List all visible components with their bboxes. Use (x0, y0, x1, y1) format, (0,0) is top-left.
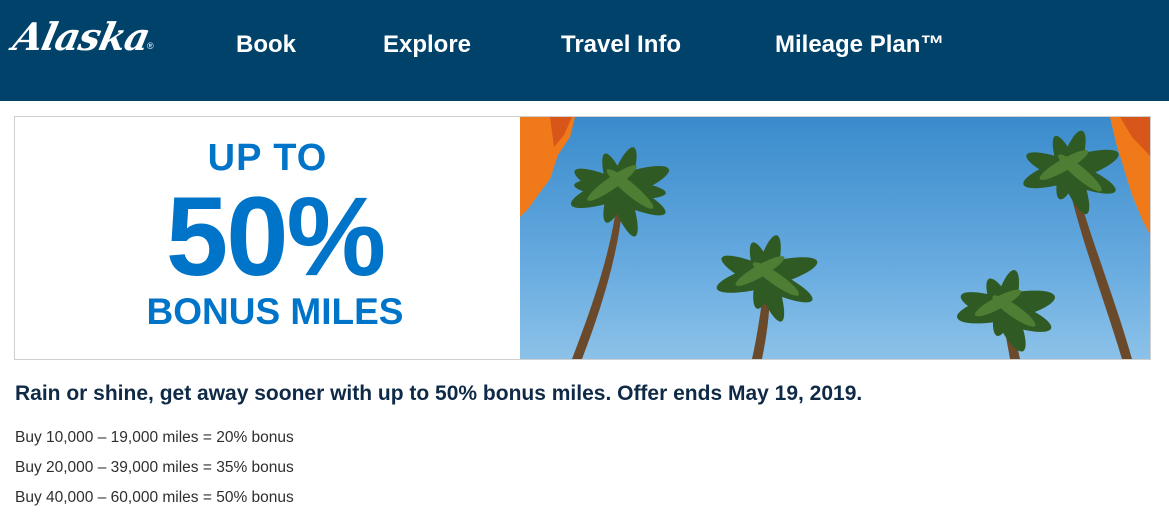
top-navigation-bar: Alaska ® Book Explore Travel Info Mileag… (0, 0, 1169, 101)
palm-trees-photo (520, 117, 1150, 359)
alaska-logo[interactable]: Alaska (9, 14, 153, 59)
nav-item-travel-info[interactable]: Travel Info (561, 31, 681, 59)
palm-trees-illustration (520, 117, 1150, 359)
nav-item-explore[interactable]: Explore (383, 31, 471, 59)
promo-bonus-miles: BONUS MILES (146, 291, 404, 332)
bonus-tier-3: Buy 40,000 – 60,000 miles = 50% bonus (15, 489, 294, 506)
promo-banner[interactable]: UP TO 50% BONUS MILES (14, 116, 1151, 360)
registered-mark: ® (147, 41, 154, 51)
offer-headline: Rain or shine, get away sooner with up t… (15, 382, 863, 405)
bonus-tier-2: Buy 20,000 – 39,000 miles = 35% bonus (15, 459, 294, 476)
nav-item-book[interactable]: Book (236, 31, 296, 59)
nav-item-mileage-plan[interactable]: Mileage Plan™ (775, 31, 944, 59)
promo-text-panel: UP TO 50% BONUS MILES (15, 117, 520, 359)
bonus-tier-1: Buy 10,000 – 19,000 miles = 20% bonus (15, 429, 294, 446)
promo-percentage: 50% (165, 174, 386, 299)
